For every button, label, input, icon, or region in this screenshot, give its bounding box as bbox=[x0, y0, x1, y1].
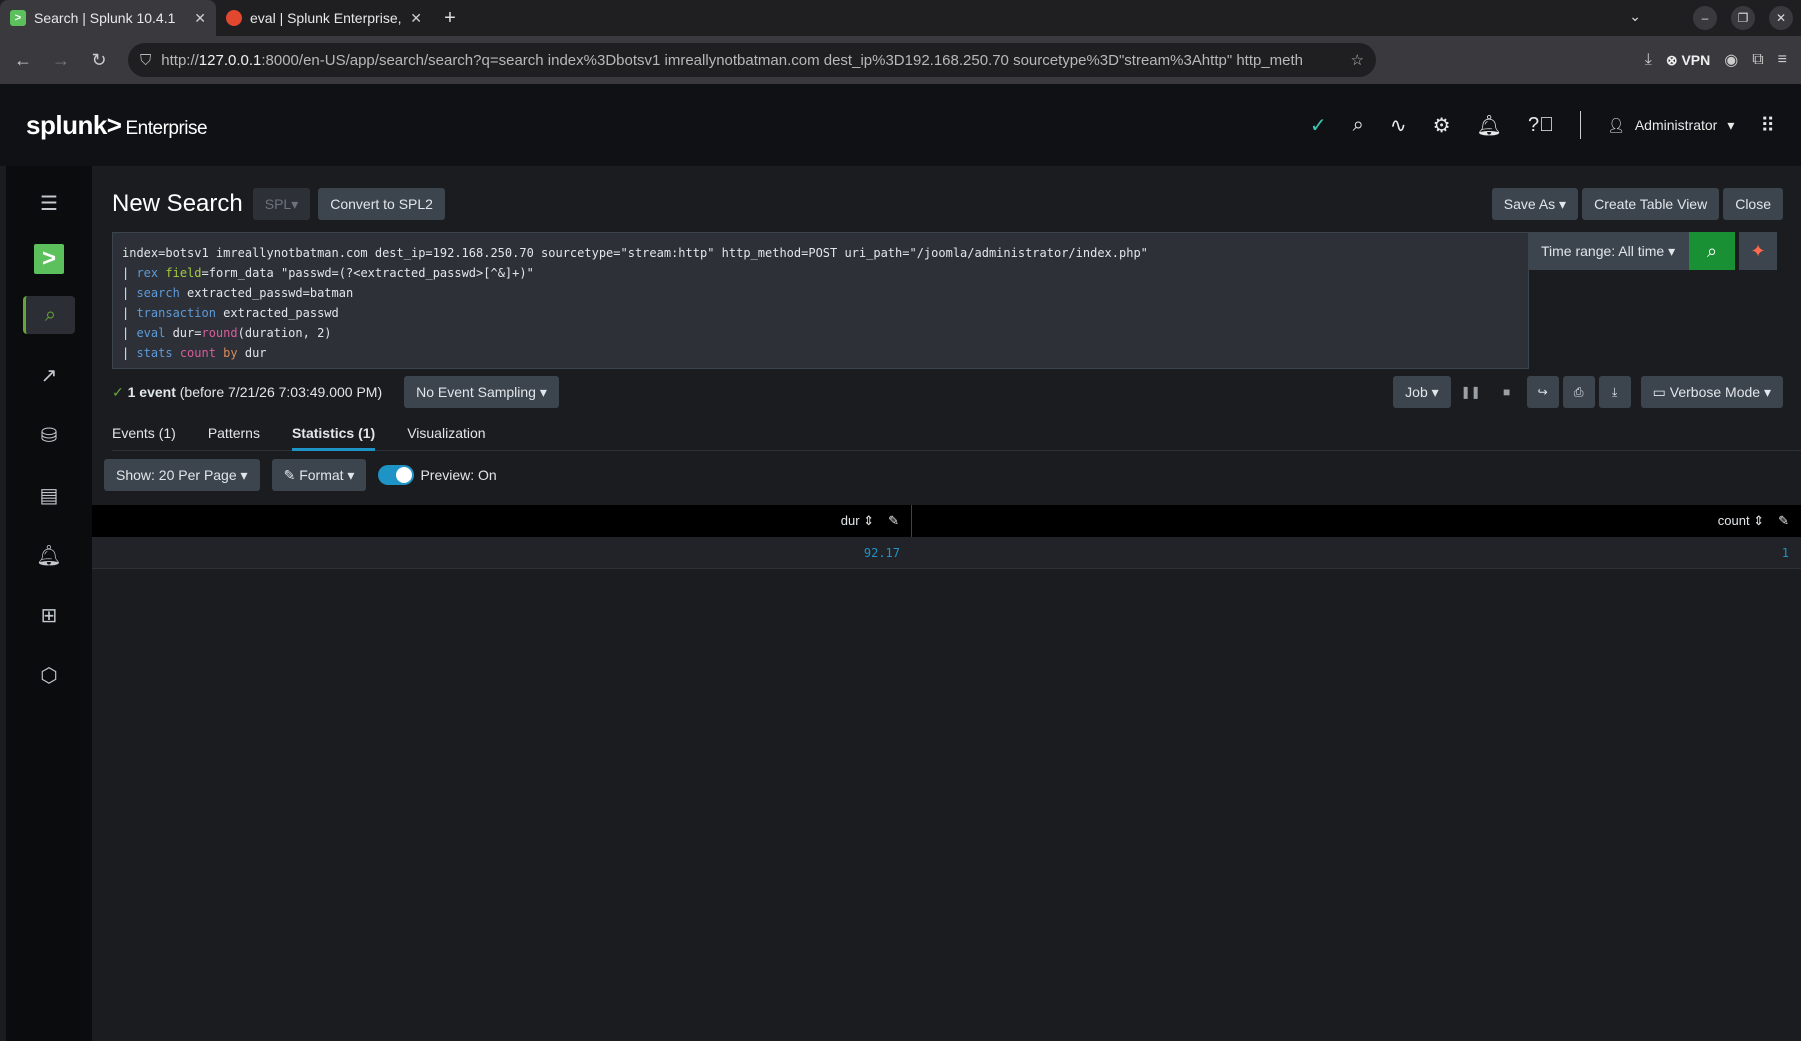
hamburger-menu-icon[interactable]: ☰ bbox=[23, 184, 75, 222]
edit-column-icon[interactable]: ✎ bbox=[888, 513, 899, 529]
close-button[interactable]: Close bbox=[1723, 188, 1783, 220]
event-sampling-dropdown[interactable]: No Event Sampling ▾ bbox=[404, 376, 559, 408]
page-title: New Search bbox=[112, 190, 243, 217]
tab-patterns[interactable]: Patterns bbox=[208, 419, 260, 450]
tab-statistics[interactable]: Statistics (1) bbox=[291, 419, 376, 451]
table-row: 92.17 1 bbox=[92, 537, 1801, 569]
column-header-count[interactable]: count ⇕ ✎ bbox=[912, 505, 1801, 537]
event-count-status: ✓ 1 event (before 7/21/26 7:03:49.000 PM… bbox=[112, 383, 383, 400]
health-status-icon[interactable]: ✓ bbox=[1310, 113, 1327, 138]
sidebar-cube-icon[interactable]: ⬡ bbox=[23, 656, 75, 694]
save-as-button[interactable]: Save As ▾ bbox=[1491, 188, 1579, 220]
restore-icon[interactable]: ❐ bbox=[1731, 6, 1755, 30]
sidebar-dashboard-icon[interactable]: ⊞ bbox=[23, 596, 75, 634]
checkmark-icon: ✓ bbox=[112, 383, 124, 400]
stop-icon[interactable]: ■ bbox=[1491, 376, 1523, 408]
splunk-logo[interactable]: splunk> Enterprise bbox=[26, 110, 208, 141]
browser-nav-bar: ← → ↻ ⛉ http://127.0.0.1:8000/en-US/app/… bbox=[0, 36, 1801, 84]
notifications-bell-icon[interactable]: 🔔︎ bbox=[1477, 113, 1502, 138]
show-per-page-dropdown[interactable]: Show: 20 Per Page ▾ bbox=[104, 459, 260, 491]
address-bar[interactable]: ⛉ http://127.0.0.1:8000/en-US/app/search… bbox=[128, 43, 1376, 77]
search-main: New Search SPL ▾ Convert to SPL2 Save As… bbox=[92, 166, 1801, 1041]
forward-icon[interactable]: → bbox=[44, 43, 78, 77]
sidebar-chart-icon[interactable]: ↗ bbox=[23, 356, 75, 394]
search-submit-button[interactable]: ⌕ bbox=[1689, 232, 1735, 270]
settings-gear-icon[interactable]: ⚙ bbox=[1433, 113, 1451, 138]
browser-tab-bar: > Search | Splunk 10.4.1 ✕ eval | Splunk… bbox=[0, 0, 1801, 36]
bookmark-star-icon[interactable]: ☆ bbox=[1351, 51, 1364, 69]
help-icon[interactable]: ?⃝ bbox=[1528, 114, 1554, 137]
left-sidebar: ☰ > ⌕ ↗ ⛁ ▤ 🔔︎ ⊞ ⬡ bbox=[0, 166, 92, 1041]
user-menu[interactable]: 👤︎ Administrator ▾ bbox=[1607, 117, 1734, 134]
site-info-icon[interactable]: ⛉ bbox=[140, 52, 151, 69]
tab-title: Search | Splunk 10.4.1 bbox=[34, 10, 176, 26]
results-tabs: Events (1) Patterns Statistics (1) Visua… bbox=[112, 419, 1801, 451]
tab-events[interactable]: Events (1) bbox=[112, 419, 176, 450]
vpn-button[interactable]: ⊗ VPN bbox=[1666, 52, 1710, 69]
splunk-header: splunk> Enterprise ✓ ⌕ ∿ ⚙ 🔔︎ ?⃝ 👤︎ Admini… bbox=[0, 84, 1801, 166]
ai-assistant-sparkle-icon[interactable]: ✦ bbox=[1739, 232, 1777, 270]
close-tab-icon[interactable]: ✕ bbox=[194, 10, 206, 27]
tab-title: eval | Splunk Enterprise, S bbox=[250, 10, 403, 26]
reload-icon[interactable]: ↻ bbox=[82, 43, 116, 77]
search-mode-dropdown[interactable]: ▭ Verbose Mode ▾ bbox=[1640, 376, 1783, 408]
back-icon[interactable]: ← bbox=[6, 43, 40, 77]
job-menu-button[interactable]: Job ▾ bbox=[1393, 376, 1451, 408]
cell-count[interactable]: 1 bbox=[912, 546, 1801, 560]
export-download-icon[interactable]: ⤓ bbox=[1598, 376, 1631, 408]
create-table-view-button[interactable]: Create Table View bbox=[1582, 188, 1720, 220]
preview-toggle[interactable] bbox=[378, 465, 415, 485]
docs-favicon-icon bbox=[226, 10, 242, 26]
preview-label: Preview: On bbox=[420, 467, 497, 483]
format-dropdown[interactable]: ✎ Format ▾ bbox=[271, 459, 367, 491]
minimize-icon[interactable]: – bbox=[1693, 6, 1717, 30]
pause-icon[interactable]: ❚❚ bbox=[1455, 376, 1487, 408]
statistics-table: dur ⇕ ✎ count ⇕ ✎ 92.17 1 bbox=[92, 505, 1801, 569]
activity-icon[interactable]: ∿ bbox=[1390, 113, 1407, 138]
close-window-icon[interactable]: ✕ bbox=[1769, 6, 1793, 30]
apps-grid-icon[interactable]: ⠿ bbox=[1760, 113, 1775, 138]
tab-visualization[interactable]: Visualization bbox=[407, 419, 485, 450]
chevron-down-icon: ▾ bbox=[1727, 116, 1735, 133]
extensions-icon[interactable]: ⧉ bbox=[1752, 51, 1763, 69]
search-icon[interactable]: ⌕ bbox=[1353, 114, 1364, 137]
header-divider bbox=[1580, 111, 1582, 139]
cell-dur[interactable]: 92.17 bbox=[92, 546, 912, 560]
browser-tab-eval[interactable]: eval | Splunk Enterprise, S ✕ bbox=[216, 0, 432, 36]
profile-icon[interactable]: ◉ bbox=[1724, 50, 1738, 70]
search-icon: ⌕ bbox=[1706, 240, 1718, 261]
sidebar-database-icon[interactable]: ⛁ bbox=[23, 416, 75, 454]
share-icon[interactable]: ↪ bbox=[1526, 376, 1559, 408]
column-header-dur[interactable]: dur ⇕ ✎ bbox=[92, 505, 912, 537]
time-range-picker[interactable]: Time range: All time ▾ bbox=[1529, 232, 1689, 270]
browser-tab-search[interactable]: > Search | Splunk 10.4.1 ✕ bbox=[0, 0, 216, 36]
print-icon[interactable]: ⎙ bbox=[1562, 376, 1595, 408]
download-icon[interactable]: ⤓ bbox=[1645, 51, 1652, 69]
new-tab-button[interactable]: + bbox=[432, 0, 468, 36]
search-query-editor[interactable]: index=botsv1 imreallynotbatman.com dest_… bbox=[112, 232, 1529, 369]
convert-to-spl2-button[interactable]: Convert to SPL2 bbox=[318, 188, 445, 220]
sort-icon: ⇕ bbox=[863, 513, 875, 528]
sidebar-search-icon[interactable]: ⌕ bbox=[23, 296, 75, 334]
sort-icon: ⇕ bbox=[1753, 513, 1765, 528]
url-text: http://127.0.0.1:8000/en-US/app/search/s… bbox=[161, 51, 1304, 69]
app-logo-icon[interactable]: > bbox=[34, 244, 64, 274]
sidebar-alert-bell-icon[interactable]: 🔔︎ bbox=[23, 536, 75, 574]
user-icon: 👤︎ bbox=[1607, 116, 1625, 133]
spl-dropdown[interactable]: SPL ▾ bbox=[252, 188, 311, 220]
splunk-favicon-icon: > bbox=[10, 10, 26, 26]
edit-column-icon[interactable]: ✎ bbox=[1778, 513, 1789, 529]
tab-list-chevron-icon[interactable]: ⌄ bbox=[1629, 8, 1641, 25]
close-tab-icon[interactable]: ✕ bbox=[410, 10, 422, 27]
menu-icon[interactable]: ≡ bbox=[1778, 51, 1787, 69]
sidebar-report-icon[interactable]: ▤ bbox=[23, 476, 75, 514]
